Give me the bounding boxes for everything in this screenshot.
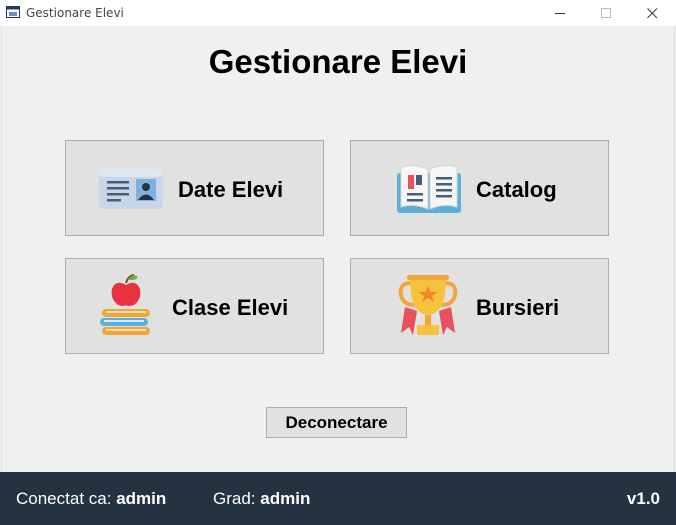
window-title: Gestionare Elevi (26, 6, 124, 20)
date-elevi-button[interactable]: Date Elevi (65, 140, 324, 236)
maximize-icon (601, 8, 611, 18)
role-label: Grad: (213, 489, 256, 508)
catalog-button[interactable]: Catalog (350, 140, 609, 236)
trophy-icon (398, 275, 458, 335)
status-bar: Conectat ca: admin Grad: admin v1.0 (0, 472, 676, 525)
main-panel (1, 26, 675, 472)
window-titlebar[interactable]: Gestionare Elevi (0, 0, 676, 26)
version-label: v1.0 (626, 489, 660, 508)
bursieri-label: Bursieri (476, 295, 560, 320)
connected-label: Conectat ca: (16, 489, 112, 508)
minimize-button[interactable] (538, 0, 584, 26)
minimize-icon (555, 13, 565, 14)
open-book-icon (397, 164, 461, 213)
user-role: Grad: admin (213, 489, 310, 509)
id-card-icon (99, 169, 163, 209)
connected-user: admin (116, 489, 167, 508)
maximize-button[interactable] (584, 0, 630, 26)
bursieri-button[interactable]: Bursieri (350, 258, 609, 354)
catalog-label: Catalog (476, 177, 557, 202)
clase-elevi-label: Clase Elevi (172, 295, 289, 320)
date-elevi-label: Date Elevi (178, 177, 284, 202)
role-value: admin (260, 489, 311, 508)
connected-as: Conectat ca: admin (16, 489, 166, 509)
books-apple-icon (100, 274, 150, 335)
close-button[interactable] (630, 0, 676, 26)
clase-elevi-button[interactable]: Clase Elevi (65, 258, 324, 354)
close-icon (647, 8, 658, 19)
logout-button[interactable]: Deconectare (266, 407, 407, 438)
page-title: Gestionare Elevi (208, 43, 468, 80)
app-window-icon (6, 6, 20, 18)
